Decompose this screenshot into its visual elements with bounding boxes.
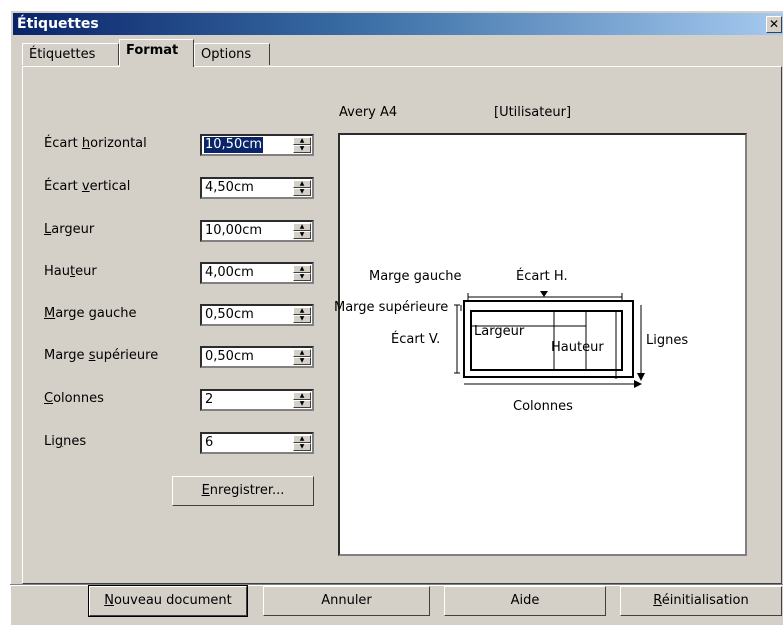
ecart-horizontal-spinbox[interactable]: 10,50cm ▲ ▼ bbox=[200, 134, 314, 156]
colonnes-value[interactable]: 2 bbox=[204, 392, 214, 408]
ecart-horizontal-value[interactable]: 10,50cm bbox=[204, 137, 264, 153]
colonnes-spin[interactable]: ▲ ▼ bbox=[293, 392, 311, 408]
label-marge-superieure: Marge supérieure bbox=[44, 348, 159, 363]
spin-down-icon[interactable]: ▼ bbox=[293, 357, 311, 365]
label-largeur: Largeur bbox=[44, 222, 95, 237]
lignes-value[interactable]: 6 bbox=[204, 435, 214, 451]
title-bar: Étiquettes ✕ bbox=[13, 13, 783, 35]
label-hauteur: Hauteur bbox=[44, 264, 97, 279]
ecart-horizontal-spin[interactable]: ▲ ▼ bbox=[293, 137, 311, 153]
diagram-largeur: Largeur bbox=[474, 324, 525, 339]
marge-gauche-value[interactable]: 0,50cm bbox=[204, 307, 255, 323]
tab-etiquettes[interactable]: Étiquettes bbox=[22, 43, 119, 65]
diagram-marge-gauche: Marge gauche bbox=[369, 269, 462, 284]
largeur-value[interactable]: 10,00cm bbox=[204, 223, 263, 239]
spin-up-icon[interactable]: ▲ bbox=[293, 307, 311, 315]
spin-down-icon[interactable]: ▼ bbox=[293, 188, 311, 196]
marge-superieure-spinbox[interactable]: 0,50cm ▲ ▼ bbox=[200, 346, 314, 368]
dialog-title: Étiquettes bbox=[17, 16, 99, 32]
largeur-spinbox[interactable]: 10,00cm ▲ ▼ bbox=[200, 220, 314, 242]
diagram-hauteur: Hauteur bbox=[551, 340, 604, 355]
lignes-spinbox[interactable]: 6 ▲ ▼ bbox=[200, 432, 314, 454]
label-lignes: Lignes bbox=[44, 434, 87, 449]
spin-up-icon[interactable]: ▲ bbox=[293, 180, 311, 188]
spin-up-icon[interactable]: ▲ bbox=[293, 223, 311, 231]
colonnes-spinbox[interactable]: 2 ▲ ▼ bbox=[200, 389, 314, 411]
marge-gauche-spin[interactable]: ▲ ▼ bbox=[293, 307, 311, 323]
label-ecart-horizontal: Écart horizontal bbox=[44, 136, 147, 151]
hauteur-spinbox[interactable]: 4,00cm ▲ ▼ bbox=[200, 262, 314, 284]
close-icon[interactable]: ✕ bbox=[766, 16, 782, 33]
tab-options[interactable]: Options bbox=[194, 43, 270, 65]
save-button[interactable]: Enregistrer... bbox=[172, 476, 314, 506]
diagram-ecart-v: Écart V. bbox=[391, 332, 441, 347]
largeur-spin[interactable]: ▲ ▼ bbox=[293, 223, 311, 239]
diagram-colonnes: Colonnes bbox=[513, 399, 573, 414]
preview-type: [Utilisateur] bbox=[494, 105, 572, 120]
cancel-button[interactable]: Annuler bbox=[263, 586, 430, 616]
ecart-vertical-spin[interactable]: ▲ ▼ bbox=[293, 180, 311, 196]
ecart-vertical-value[interactable]: 4,50cm bbox=[204, 180, 255, 196]
marge-superieure-spin[interactable]: ▲ ▼ bbox=[293, 349, 311, 365]
tab-format[interactable]: Format bbox=[119, 39, 194, 67]
spin-up-icon[interactable]: ▲ bbox=[293, 137, 311, 145]
spin-up-icon[interactable]: ▲ bbox=[293, 392, 311, 400]
spin-up-icon[interactable]: ▲ bbox=[293, 265, 311, 273]
diagram-lignes: Lignes bbox=[646, 333, 689, 348]
diagram-ecart-h: Écart H. bbox=[516, 269, 568, 284]
spin-down-icon[interactable]: ▼ bbox=[293, 443, 311, 451]
hauteur-spin[interactable]: ▲ ▼ bbox=[293, 265, 311, 281]
spin-down-icon[interactable]: ▼ bbox=[293, 231, 311, 239]
spin-up-icon[interactable]: ▲ bbox=[293, 435, 311, 443]
spin-down-icon[interactable]: ▼ bbox=[293, 145, 311, 153]
label-preview: Marge gauche Écart H. Marge supérieure É… bbox=[334, 133, 747, 556]
new-document-button[interactable]: Nouveau document bbox=[88, 585, 248, 617]
spin-down-icon[interactable]: ▼ bbox=[293, 400, 311, 408]
spin-up-icon[interactable]: ▲ bbox=[293, 349, 311, 357]
lignes-spin[interactable]: ▲ ▼ bbox=[293, 435, 311, 451]
spin-down-icon[interactable]: ▼ bbox=[293, 273, 311, 281]
reset-button[interactable]: Réinitialisation bbox=[620, 586, 782, 616]
spin-down-icon[interactable]: ▼ bbox=[293, 315, 311, 323]
hauteur-value[interactable]: 4,00cm bbox=[204, 265, 255, 281]
preview-brand: Avery A4 bbox=[339, 105, 398, 120]
label-marge-gauche: Marge gauche bbox=[44, 306, 137, 321]
diagram-marge-superieure: Marge supérieure bbox=[334, 300, 449, 315]
label-ecart-vertical: Écart vertical bbox=[44, 179, 131, 194]
ecart-vertical-spinbox[interactable]: 4,50cm ▲ ▼ bbox=[200, 177, 314, 199]
label-colonnes: Colonnes bbox=[44, 391, 104, 406]
marge-superieure-value[interactable]: 0,50cm bbox=[204, 349, 255, 365]
help-button[interactable]: Aide bbox=[444, 586, 606, 616]
marge-gauche-spinbox[interactable]: 0,50cm ▲ ▼ bbox=[200, 304, 314, 326]
